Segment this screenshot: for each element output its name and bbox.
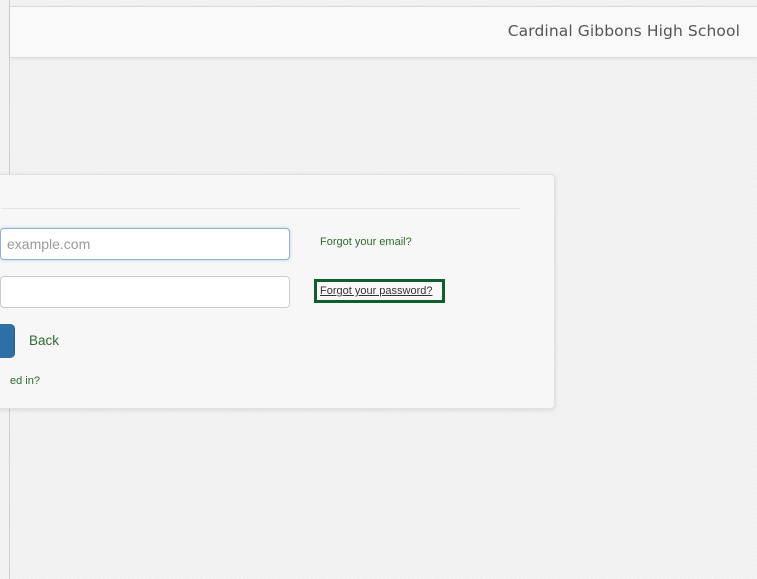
forgot-password-link[interactable]: Forgot your password?: [314, 279, 445, 303]
page-background: Cardinal Gibbons High School Forgot your…: [0, 0, 757, 579]
password-field[interactable]: [0, 276, 290, 308]
forgot-email-link[interactable]: Forgot your email?: [320, 236, 412, 248]
sign-in-button[interactable]: [0, 324, 15, 358]
card-divider: [1, 208, 520, 209]
sign-in-help-link[interactable]: ed in?: [10, 375, 40, 387]
top-header-bar: Cardinal Gibbons High School: [10, 6, 757, 58]
school-name: Cardinal Gibbons High School: [507, 22, 740, 40]
back-link[interactable]: Back: [29, 333, 59, 348]
email-field[interactable]: [0, 228, 290, 260]
